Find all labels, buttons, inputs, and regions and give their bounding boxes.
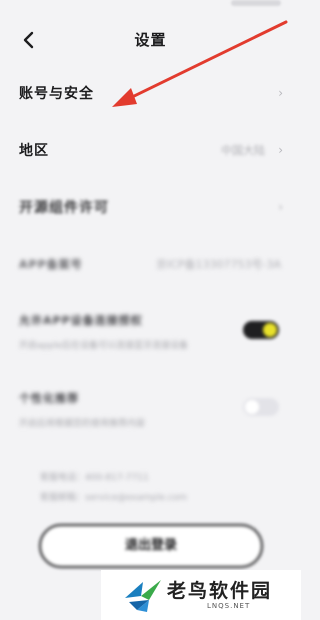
toggle-description: 开启apple后在设备可以连接蓝牙连接设备 <box>19 341 188 351</box>
site-watermark: 老鸟软件园 LNQS.NET <box>101 570 301 620</box>
device-auth-toggle[interactable] <box>243 321 279 339</box>
support-email: 客服邮箱：service@example.com <box>40 493 188 503</box>
toggle-label: 允许APP设备连接授权 <box>19 314 143 327</box>
chevron-right-icon: › <box>278 200 283 214</box>
watermark-url: LNQS.NET <box>207 602 251 610</box>
toggle-label: 个性化推荐 <box>19 392 79 405</box>
settings-item-account-security[interactable]: 账号与安全 › <box>0 65 301 121</box>
bird-logo-icon <box>125 580 161 612</box>
settings-item-label: 开源组件许可 <box>19 200 109 216</box>
support-phone: 客服电话：400-817-7711 <box>40 473 149 483</box>
chevron-right-icon: › <box>278 143 283 157</box>
settings-item-app-filing: APP备案号 京ICP备13307753号-3A <box>0 236 301 292</box>
watermark-name: 老鸟软件园 <box>167 580 273 602</box>
toggle-knob <box>245 400 259 414</box>
page-title: 设置 <box>134 31 167 49</box>
toggle-knob <box>263 323 277 337</box>
status-icons <box>231 0 281 6</box>
settings-toggle-device-auth: 允许APP设备连接授权 开启apple后在设备可以连接蓝牙连接设备 <box>0 300 301 360</box>
settings-item-region[interactable]: 地区 中国大陆 › <box>0 122 301 178</box>
region-value: 中国大陆 <box>221 144 265 157</box>
logout-button[interactable]: 退出登录 <box>39 524 263 568</box>
nav-header: 设置 <box>0 20 301 60</box>
settings-item-label: 账号与安全 <box>19 86 94 102</box>
settings-item-label: APP备案号 <box>19 258 83 271</box>
recommend-toggle[interactable] <box>243 398 279 416</box>
settings-toggle-recommend: 个性化推荐 开启后将根据您的使用推荐内容 <box>0 378 301 438</box>
chevron-right-icon: › <box>278 86 283 100</box>
settings-item-label: 地区 <box>19 143 49 159</box>
settings-item-open-source[interactable]: 开源组件许可 › <box>0 179 301 235</box>
toggle-description: 开启后将根据您的使用推荐内容 <box>19 419 146 429</box>
status-bar <box>0 0 301 14</box>
filing-number: 京ICP备13307753号-3A <box>155 258 281 271</box>
